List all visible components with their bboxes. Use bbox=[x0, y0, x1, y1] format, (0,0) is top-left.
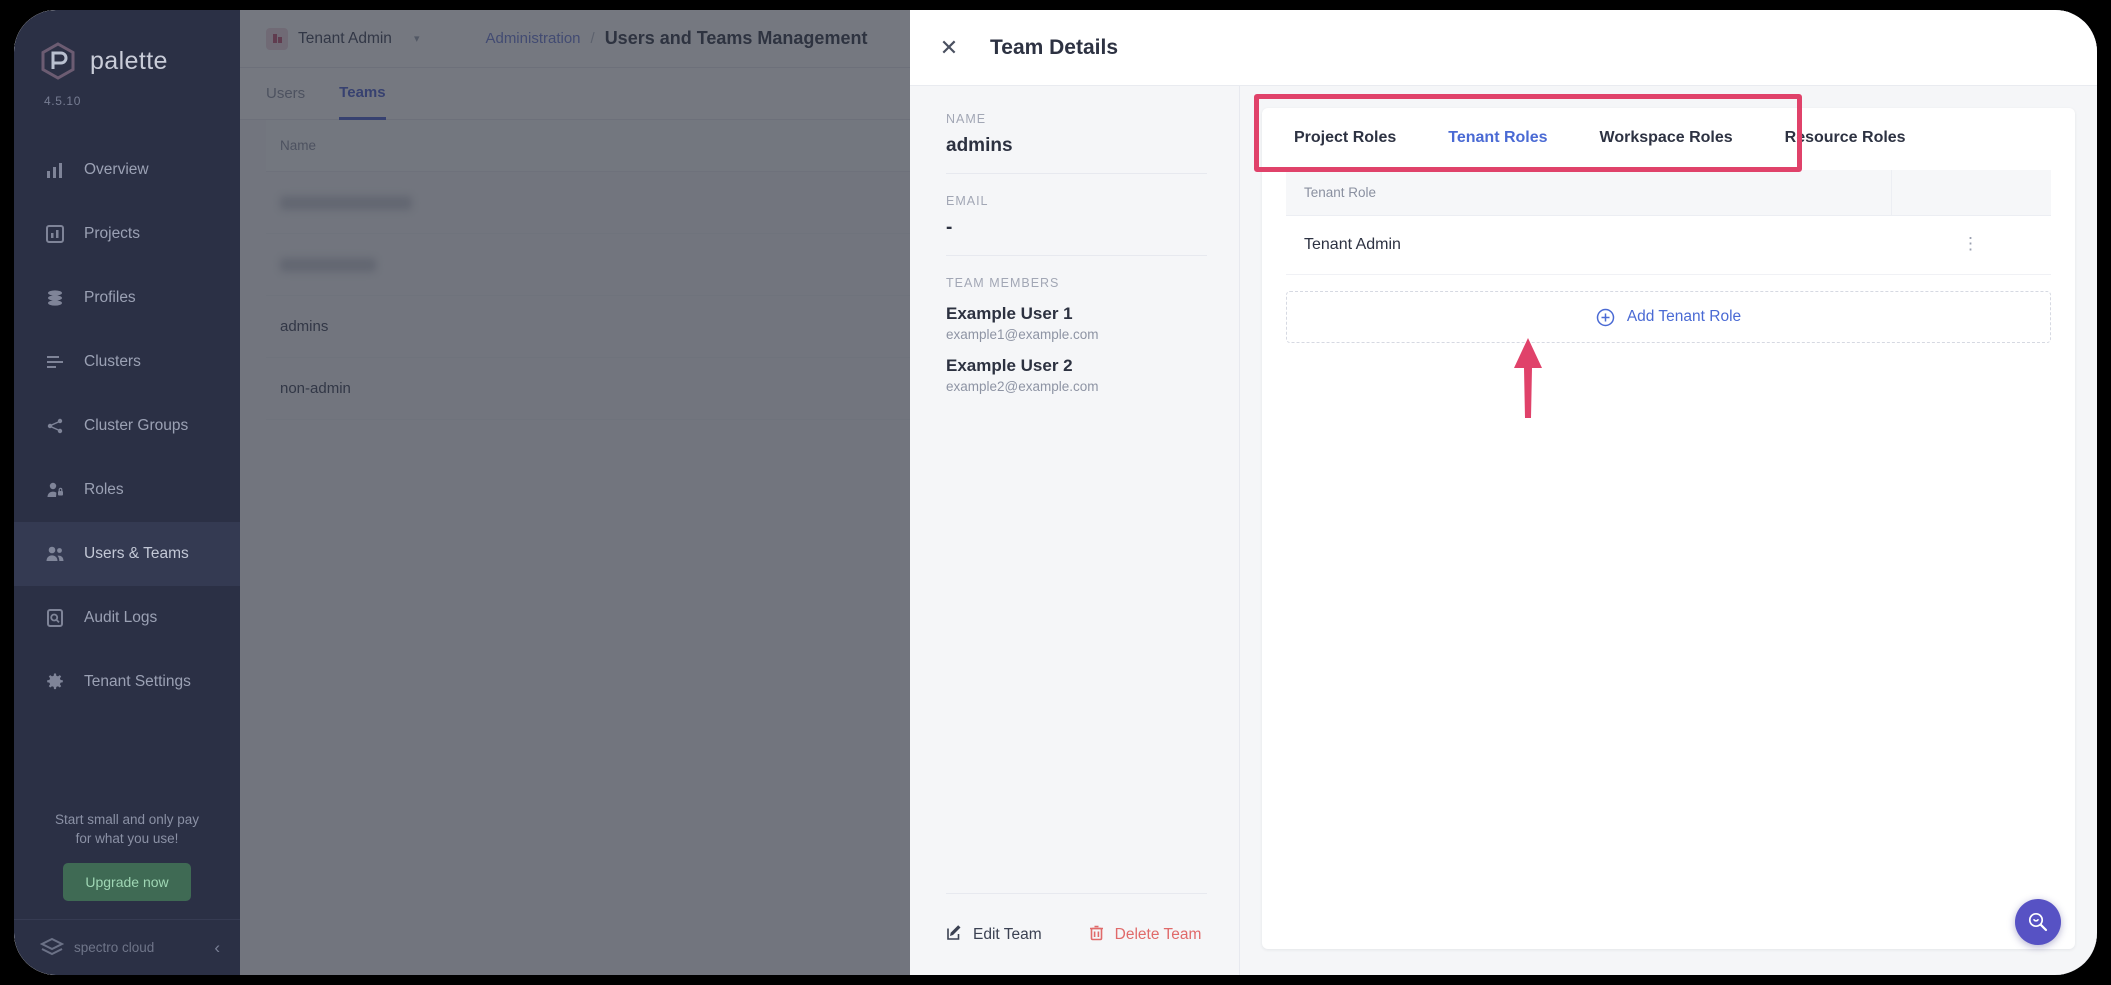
sidebar-nav: Overview Projects Profiles Clusters Clus… bbox=[14, 138, 240, 714]
drawer-body: NAME admins EMAIL - TEAM MEMBERS Example… bbox=[910, 86, 2097, 975]
sidebar-item-roles[interactable]: Roles bbox=[14, 458, 240, 522]
name-value: admins bbox=[946, 135, 1207, 157]
drawer-header: ✕ Team Details bbox=[910, 10, 2097, 86]
add-tenant-role-label: Add Tenant Role bbox=[1627, 308, 1741, 326]
collapse-sidebar-icon[interactable]: ‹ bbox=[214, 938, 220, 958]
team-members-section: TEAM MEMBERS Example User 1 example1@exa… bbox=[946, 276, 1207, 408]
sidebar-item-label: Roles bbox=[84, 481, 124, 499]
sidebar-item-label: Cluster Groups bbox=[84, 417, 188, 435]
brand-name: palette bbox=[90, 47, 168, 76]
role-tabs: Project Roles Tenant Roles Workspace Rol… bbox=[1262, 108, 2075, 170]
kebab-menu-icon[interactable]: ⋮ bbox=[1962, 237, 1980, 251]
member-email: example1@example.com bbox=[946, 327, 1207, 342]
sidebar-item-audit-logs[interactable]: Audit Logs bbox=[14, 586, 240, 650]
sidebar-item-overview[interactable]: Overview bbox=[14, 138, 240, 202]
brand: palette bbox=[14, 10, 240, 80]
team-members-label: TEAM MEMBERS bbox=[946, 276, 1207, 290]
sidebar: palette 4.5.10 Overview Projects Profile… bbox=[14, 10, 240, 975]
profiles-stack-icon bbox=[44, 287, 66, 309]
edit-team-button[interactable]: Edit Team bbox=[946, 924, 1042, 946]
sidebar-item-profiles[interactable]: Profiles bbox=[14, 266, 240, 330]
trash-icon bbox=[1088, 924, 1105, 946]
sidebar-item-label: Users & Teams bbox=[84, 545, 189, 563]
edit-team-label: Edit Team bbox=[973, 926, 1042, 944]
sidebar-footer: spectro cloud ‹ bbox=[14, 919, 240, 975]
roles-panel: Project Roles Tenant Roles Workspace Rol… bbox=[1240, 86, 2097, 975]
sidebar-item-cluster-groups[interactable]: Cluster Groups bbox=[14, 394, 240, 458]
email-label: EMAIL bbox=[946, 194, 1207, 208]
arrow-annotation bbox=[1508, 336, 1548, 425]
add-tenant-role-button[interactable]: Add Tenant Role bbox=[1286, 291, 2051, 343]
member-email: example2@example.com bbox=[946, 379, 1207, 394]
promo-line-1: Start small and only pay bbox=[34, 810, 220, 830]
tab-tenant-roles[interactable]: Tenant Roles bbox=[1422, 108, 1573, 170]
users-teams-icon bbox=[44, 543, 66, 565]
field-email: EMAIL - bbox=[946, 194, 1207, 256]
list-item: Example User 1 example1@example.com bbox=[946, 304, 1207, 342]
pencil-icon bbox=[946, 924, 963, 946]
team-details-drawer: ✕ Team Details NAME admins EMAIL - TEAM … bbox=[910, 10, 2097, 975]
name-label: NAME bbox=[946, 112, 1207, 126]
member-name: Example User 1 bbox=[946, 304, 1207, 324]
sidebar-item-label: Tenant Settings bbox=[84, 673, 191, 691]
list-item: Example User 2 example2@example.com bbox=[946, 356, 1207, 394]
sidebar-item-label: Profiles bbox=[84, 289, 136, 307]
delete-team-label: Delete Team bbox=[1115, 926, 1202, 944]
delete-team-button[interactable]: Delete Team bbox=[1088, 924, 1202, 946]
spectro-cloud-logo-icon bbox=[40, 936, 64, 960]
field-name: NAME admins bbox=[946, 112, 1207, 174]
app-version: 4.5.10 bbox=[14, 80, 240, 108]
tab-resource-roles[interactable]: Resource Roles bbox=[1759, 108, 1932, 170]
gear-icon bbox=[44, 671, 66, 693]
sidebar-item-tenant-settings[interactable]: Tenant Settings bbox=[14, 650, 240, 714]
roles-card: Project Roles Tenant Roles Workspace Rol… bbox=[1262, 108, 2075, 949]
plus-circle-icon bbox=[1596, 308, 1615, 327]
audit-logs-icon bbox=[44, 607, 66, 629]
cell-row-actions: ⋮ bbox=[1891, 216, 2051, 275]
roles-table-wrap: Tenant Role Tenant Admin ⋮ bbox=[1262, 170, 2075, 343]
tab-project-roles[interactable]: Project Roles bbox=[1286, 108, 1422, 170]
palette-logo-icon bbox=[40, 42, 76, 80]
tenant-roles-table: Tenant Role Tenant Admin ⋮ bbox=[1286, 170, 2051, 275]
table-row: Tenant Admin ⋮ bbox=[1286, 216, 2051, 275]
sidebar-item-users-teams[interactable]: Users & Teams bbox=[14, 522, 240, 586]
email-value: - bbox=[946, 217, 1207, 239]
clusters-icon bbox=[44, 351, 66, 373]
drawer-title: Team Details bbox=[990, 36, 1118, 60]
sidebar-item-label: Clusters bbox=[84, 353, 141, 371]
promo-line-2: for what you use! bbox=[34, 829, 220, 849]
tab-workspace-roles[interactable]: Workspace Roles bbox=[1574, 108, 1759, 170]
projects-icon bbox=[44, 223, 66, 245]
upgrade-now-button[interactable]: Upgrade now bbox=[63, 863, 190, 901]
column-header-actions bbox=[1891, 170, 2051, 216]
cluster-groups-icon bbox=[44, 415, 66, 437]
spectro-cloud-label: spectro cloud bbox=[74, 940, 204, 955]
sidebar-item-label: Overview bbox=[84, 161, 149, 179]
chart-overview-icon bbox=[44, 159, 66, 181]
close-icon[interactable]: ✕ bbox=[936, 35, 962, 61]
roles-user-lock-icon bbox=[44, 479, 66, 501]
browser-viewport: palette 4.5.10 Overview Projects Profile… bbox=[14, 10, 2097, 975]
search-help-fab[interactable] bbox=[2015, 899, 2061, 945]
sidebar-item-projects[interactable]: Projects bbox=[14, 202, 240, 266]
team-info-panel: NAME admins EMAIL - TEAM MEMBERS Example… bbox=[910, 86, 1240, 975]
sidebar-item-clusters[interactable]: Clusters bbox=[14, 330, 240, 394]
cell-role-name: Tenant Admin bbox=[1286, 216, 1891, 275]
sidebar-item-label: Projects bbox=[84, 225, 140, 243]
column-header-tenant-role: Tenant Role bbox=[1286, 170, 1891, 216]
team-actions: Edit Team Delete Team bbox=[946, 893, 1207, 975]
table-header-row: Tenant Role bbox=[1286, 170, 2051, 216]
upgrade-promo: Start small and only pay for what you us… bbox=[14, 810, 240, 919]
search-help-icon bbox=[2026, 910, 2050, 934]
sidebar-item-label: Audit Logs bbox=[84, 609, 157, 627]
member-name: Example User 2 bbox=[946, 356, 1207, 376]
